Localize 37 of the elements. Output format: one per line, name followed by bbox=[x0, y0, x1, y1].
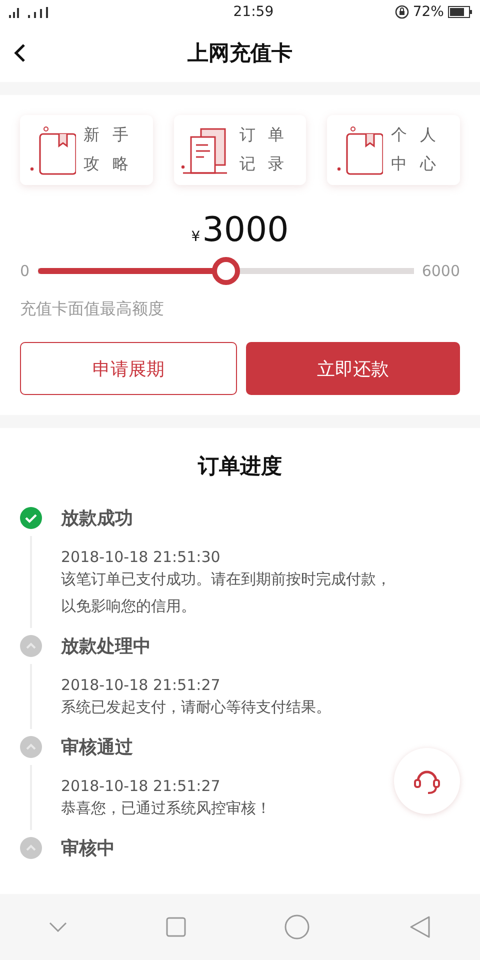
step-description: 该笔订单已支付成功。请在到期前按时完成付款，以免影响您的信用。 bbox=[61, 569, 391, 617]
step-title: 审核中 bbox=[61, 837, 115, 860]
step-title: 放款处理中 bbox=[61, 635, 151, 658]
limit-hint: 充值卡面值最高额度 bbox=[20, 299, 165, 320]
bookmark-book-icon bbox=[337, 125, 384, 175]
shortcut-card[interactable]: 新手攻略 bbox=[20, 115, 153, 185]
home-icon[interactable] bbox=[284, 914, 310, 940]
step-title: 审核通过 bbox=[61, 736, 133, 759]
step-time: 2018-10-18 21:51:30 bbox=[61, 548, 222, 566]
battery-icon bbox=[448, 6, 472, 18]
step-time: 2018-10-18 21:51:27 bbox=[61, 777, 222, 795]
rotation-lock-icon bbox=[394, 5, 409, 19]
hide-icon[interactable] bbox=[49, 922, 68, 932]
action-button[interactable]: 立即还款 bbox=[246, 342, 460, 395]
step-title: 放款成功 bbox=[61, 507, 133, 530]
shortcut-label: 新手攻略 bbox=[84, 124, 142, 175]
step-description: 恭喜您，已通过系统风控审核！ bbox=[61, 798, 272, 819]
action-button[interactable]: 申请展期 bbox=[20, 342, 236, 395]
step-description: 系统已发起支付，请耐心等待支付结果。 bbox=[61, 697, 332, 718]
back-icon[interactable] bbox=[14, 43, 26, 63]
slider-thumb[interactable] bbox=[212, 257, 240, 285]
status-time: 21:59 bbox=[233, 4, 274, 20]
page-title: 上网充值卡 bbox=[188, 40, 292, 67]
section-title: 订单进度 bbox=[196, 453, 283, 480]
battery-percent: 72% bbox=[412, 4, 444, 20]
slider-max: 6000 bbox=[422, 262, 460, 280]
shortcut-card[interactable]: 订单记录 bbox=[174, 115, 306, 185]
shortcut-label: 订单记录 bbox=[239, 124, 298, 175]
amount-value: ¥3000 bbox=[190, 213, 290, 247]
shortcut-card[interactable]: 个人中心 bbox=[327, 115, 460, 185]
back-nav-icon[interactable] bbox=[408, 915, 431, 939]
recent-apps-icon[interactable] bbox=[166, 917, 186, 937]
bookmark-book-icon bbox=[30, 125, 76, 175]
support-button[interactable] bbox=[394, 748, 460, 814]
slider-min: 0 bbox=[20, 262, 30, 280]
step-time: 2018-10-18 21:51:27 bbox=[61, 676, 222, 694]
shortcut-label: 个人中心 bbox=[391, 124, 450, 175]
